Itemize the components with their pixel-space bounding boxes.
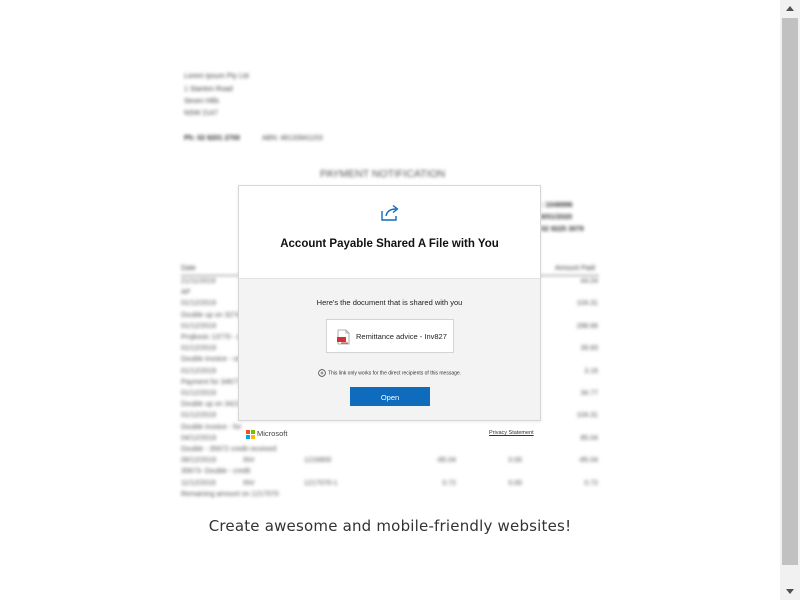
document-cell: 11/12/2019 [181,479,216,487]
right-value-3: 02 9225 3079 [541,226,584,233]
company-name: Lorem Ipsum Pty Ltd [184,73,249,80]
address-line-2: Seven Hills [184,98,220,105]
restricted-link-icon [318,369,326,377]
modal-title: Account Payable Shared A File with You [280,238,499,250]
col-date: Date [181,265,196,272]
right-value-2: 8/01/2020 [541,214,573,221]
document-cell: INV [243,457,255,465]
open-button[interactable]: Open [350,387,430,406]
document-cell: Double invoice - for [181,423,242,431]
document-cell: 01/12/2019 [181,300,217,308]
document-cell: INV [243,479,255,487]
share-modal: Account Payable Shared A File with You H… [238,185,541,421]
document-cell: 0.00 [508,457,522,465]
address-line-3: NSW 2147 [184,110,218,117]
document-cell: Projkosic 13770 - d [181,334,241,341]
shared-file-link[interactable]: Remittance advice - Inv827 [326,319,454,353]
modal-header: Account Payable Shared A File with You [239,186,540,278]
document-row: Remaining amount on 1217070 [181,491,599,502]
document-row: 04/12/2019 85.04 [181,435,599,446]
document-cell: Remaining amount on 1217070 [181,490,279,498]
scroll-down-button[interactable] [780,583,800,600]
recipient-note-row: This link only works for the direct reci… [239,369,540,377]
arrow-up-icon [786,6,794,11]
tagline: Create awesome and mobile-friendly websi… [208,517,572,535]
document-cell: 44.04 [580,278,598,285]
document-cell: 3.16 [584,367,598,375]
document-row: Double - 35672 credit received [181,446,599,457]
document-cell: Double up on 3421 [181,401,241,409]
document-row: 11/12/2019 INV 1217070-1 0.72 0.00 0.72 [181,480,599,491]
right-value-1: : 1048996 [541,202,573,209]
document-cell: AP [181,289,191,297]
recipient-note: This link only works for the direct reci… [327,370,462,377]
document-heading: PAYMENT NOTIFICATION [320,168,446,180]
document-cell: 0.00 [508,479,522,487]
col-amount: Amount Paid [555,265,596,272]
share-icon [381,204,399,221]
document-cell: 06/12/2019 [181,457,217,465]
document-cell: 1216800 [304,457,332,465]
phone: Ph: 02 8201 2700 [184,135,241,142]
document-cell: 01/12/2019 [181,367,217,375]
document-cell: 104.31 [576,300,598,308]
vertical-scrollbar[interactable] [780,0,800,600]
document-cell: -85.04 [436,457,456,465]
pdf-file-icon [337,329,350,345]
document-cell: Double up on 3274 [181,311,241,319]
document-cell: 01/12/2019 [181,412,217,420]
abn: ABN: 48133941153 [262,135,323,142]
document-cell: 01/12/2019 [181,390,217,397]
document-cell: Double invoice - ce [181,356,241,364]
document-row: 06/12/2019 INV 1216800 -85.04 0.00 -85.04 [181,457,599,468]
document-cell: 34.77 [580,390,598,397]
document-cell: Double - 35672 credit received [181,446,277,453]
scroll-thumb[interactable] [782,18,798,565]
privacy-statement-link[interactable]: Privacy Statement [489,430,534,436]
document-cell: 01/12/2019 [181,345,217,353]
document-row: Double invoice - for [181,424,599,435]
document-cell: Payment for 34677 [181,378,241,386]
document-cell: -85.04 [578,457,598,465]
document-cell: 85.04 [580,434,598,442]
document-cell: 104.31 [576,412,598,420]
file-name: Remittance advice - Inv827 [356,332,447,341]
document-cell: 21/11/2019 [181,278,216,285]
document-cell: 288.66 [576,322,598,330]
microsoft-brand-text: Microsoft [257,429,288,438]
document-cell: 1217070-1 [304,479,338,487]
document-cell: 0.72 [442,479,456,487]
document-cell: 01/12/2019 [181,322,217,330]
modal-subtitle: Here's the document that is shared with … [316,298,463,307]
document-cell: 04/12/2019 [181,434,217,442]
document-row: 35673- Double - credit [181,468,599,479]
document-cell: 0.72 [584,479,598,487]
document-cell: 39.83 [580,345,598,353]
microsoft-grid-icon [246,430,255,439]
document-cell: 35673- Double - credit [181,468,251,476]
address-line-1: 1 Stanton Road [184,86,233,93]
scroll-up-button[interactable] [780,0,800,17]
arrow-down-icon [786,589,794,594]
